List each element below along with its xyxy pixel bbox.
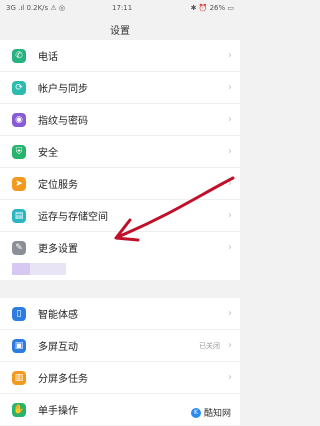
watermark: K 酷知网 xyxy=(187,405,234,420)
watermark-logo-icon: K xyxy=(190,407,201,418)
watermark-text: 酷知网 xyxy=(203,409,231,419)
annotation-arrow xyxy=(114,176,235,242)
